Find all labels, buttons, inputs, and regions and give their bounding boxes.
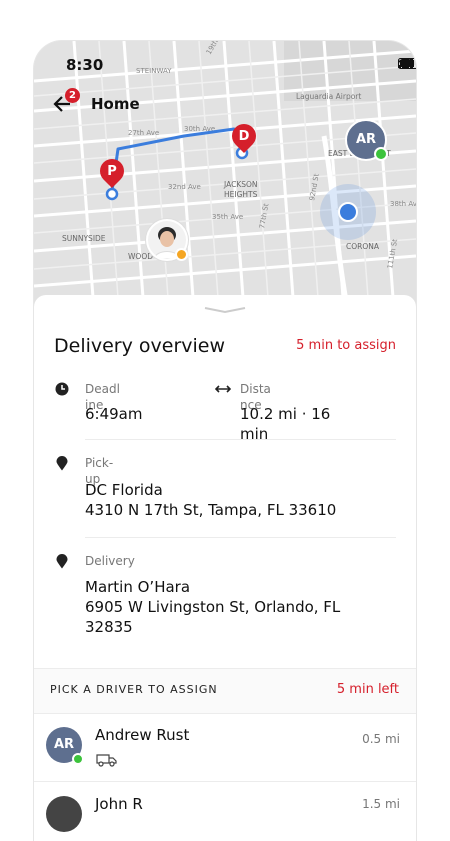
delivery-address[interactable]: 6905 W Livingston St, Orlando, FL 32835	[85, 597, 340, 637]
map-header: 2 Home	[52, 88, 140, 115]
delivery-pin-label: D	[238, 129, 250, 144]
notification-badge: 2	[65, 88, 80, 103]
away-status-dot	[175, 248, 188, 261]
driver-distance: 0.5 mi	[362, 732, 400, 746]
svg-text:CORONA: CORONA	[346, 242, 380, 251]
driver-name: John R	[95, 795, 143, 813]
page-title: Home	[91, 95, 140, 113]
location-pin-icon	[56, 554, 68, 569]
delivery-recipient-name: Martin O’Hara	[85, 578, 191, 596]
divider	[85, 439, 396, 440]
svg-text:SUNNYSIDE: SUNNYSIDE	[62, 234, 106, 243]
svg-text:JACKSON: JACKSON	[223, 180, 258, 189]
deadline-value: 6:49am	[85, 405, 143, 423]
status-time: 8:30	[66, 56, 104, 74]
svg-text:32nd Ave: 32nd Ave	[168, 183, 201, 191]
distance-arrows-icon	[215, 385, 231, 393]
driver-list-item[interactable]: AR Andrew Rust 0.5 mi	[34, 713, 416, 782]
time-left: 5 min left	[336, 682, 399, 697]
location-pin-icon	[56, 456, 68, 471]
driver-name: Andrew Rust	[95, 726, 190, 744]
truck-icon	[96, 754, 117, 767]
svg-text:38th Ave: 38th Ave	[390, 200, 416, 208]
driver-list-item[interactable]: John R 1.5 mi	[34, 782, 416, 832]
svg-text:27th Ave: 27th Ave	[128, 129, 159, 137]
pickup-address[interactable]: 4310 N 17th St, Tampa, FL 33610	[85, 500, 336, 520]
pickup-pin-label: P	[107, 164, 117, 179]
map-view[interactable]: STEINWAY 19th Ave Laguardia Airport 27th…	[34, 41, 416, 311]
divider	[85, 537, 396, 538]
svg-text:Laguardia Airport: Laguardia Airport	[296, 92, 361, 101]
driver-section-header: PICK A DRIVER TO ASSIGN 5 min left	[34, 668, 416, 714]
status-bar: 8:30	[34, 41, 416, 87]
back-button[interactable]: 2	[52, 88, 80, 115]
delivery-sheet: Delivery overview 5 min to assign Deadl …	[34, 295, 416, 841]
delivery-label: Delivery	[85, 554, 135, 568]
sheet-handle-chevron-icon[interactable]	[203, 306, 247, 314]
distance-value: 10.2 mi · 16 min	[240, 405, 331, 443]
battery-icon	[398, 58, 416, 69]
assign-timer: 5 min to assign	[296, 338, 396, 353]
svg-text:HEIGHTS: HEIGHTS	[224, 190, 258, 199]
driver-avatar	[46, 796, 82, 832]
driver-distance: 1.5 mi	[362, 797, 400, 811]
pickup-name: DC Florida	[85, 481, 163, 499]
svg-text:35th Ave: 35th Ave	[212, 213, 243, 221]
online-status-dot	[374, 147, 388, 161]
pick-driver-title: PICK A DRIVER TO ASSIGN	[50, 683, 218, 696]
phone-screen: STEINWAY 19th Ave Laguardia Airport 27th…	[34, 41, 416, 841]
clock-icon	[55, 382, 69, 396]
online-status-dot	[72, 753, 84, 765]
delivery-overview-title: Delivery overview	[54, 335, 226, 357]
